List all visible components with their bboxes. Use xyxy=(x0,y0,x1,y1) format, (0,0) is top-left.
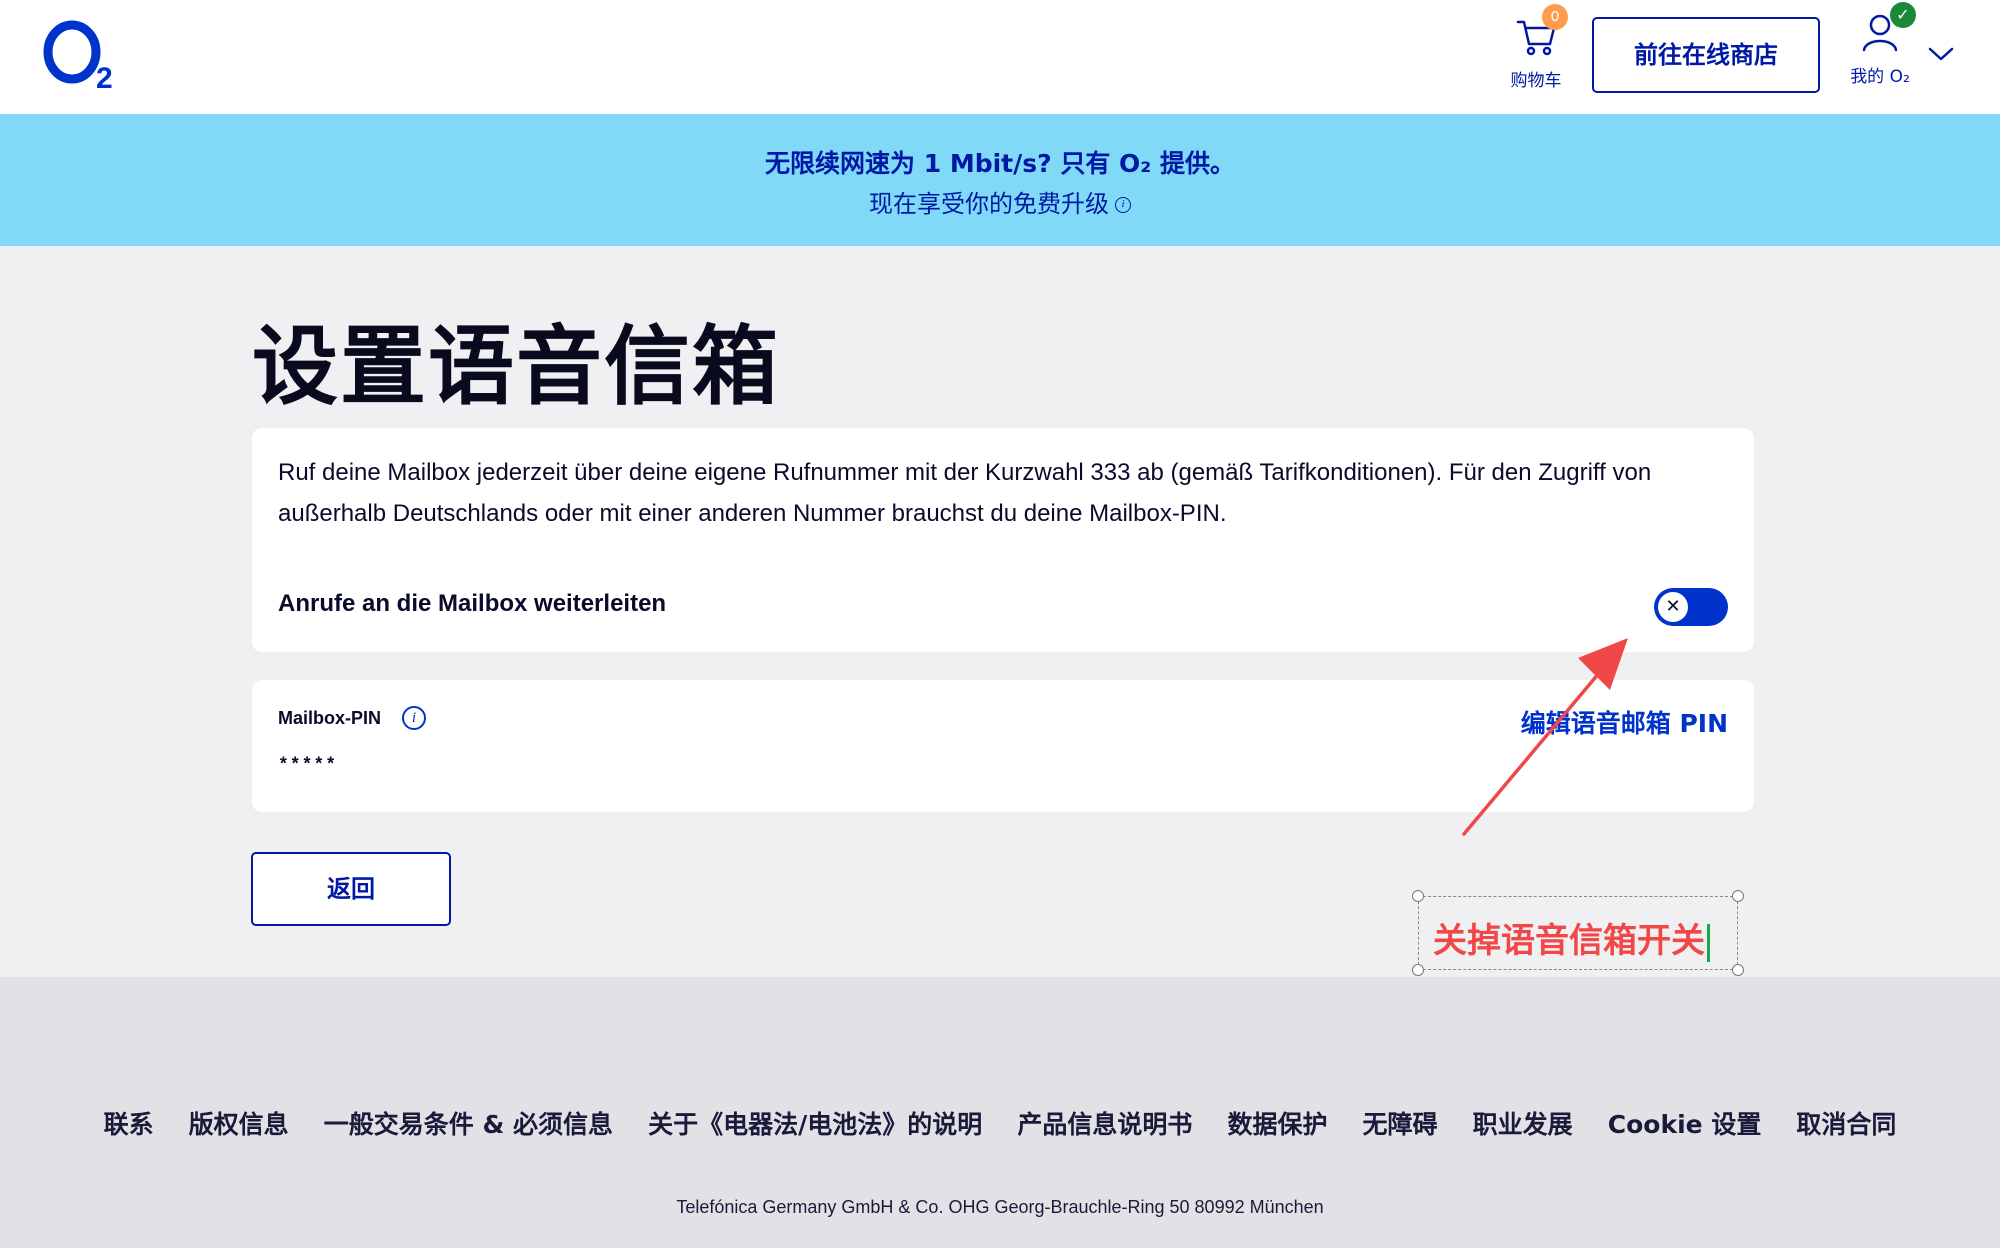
user-icon xyxy=(1858,14,1902,58)
forward-calls-label: Anrufe an die Mailbox weiterleiten xyxy=(278,590,667,617)
mailbox-description: Ruf deine Mailbox jederzeit über deine e… xyxy=(278,459,1652,527)
footer-link-cancel-contract[interactable]: 取消合同 xyxy=(1796,1105,1896,1141)
footer-link-elektrog[interactable]: 关于《电器法/电池法》的说明 xyxy=(648,1105,982,1141)
header: 2 0 购物车 前往在线商店 ✓ 我的 O₂ xyxy=(0,0,2000,114)
mailbox-pin-value: ***** xyxy=(278,756,338,776)
footer: 联系 版权信息 一般交易条件 & 必须信息 关于《电器法/电池法》的说明 产品信… xyxy=(0,977,2000,1248)
account-label: 我的 O₂ xyxy=(1850,67,1910,87)
footer-link-privacy[interactable]: 数据保护 xyxy=(1227,1105,1327,1141)
footer-link-cookie-settings[interactable]: Cookie 设置 xyxy=(1608,1105,1762,1141)
annotation-text-content: 关掉语音信箱开关 xyxy=(1433,921,1705,961)
back-button[interactable]: 返回 xyxy=(251,852,451,926)
footer-link-careers[interactable]: 职业发展 xyxy=(1473,1105,1573,1141)
mailbox-pin-label: Mailbox-PIN xyxy=(278,708,382,728)
info-icon[interactable]: i xyxy=(402,706,426,730)
mailbox-settings-card: Ruf deine Mailbox jederzeit über deine e… xyxy=(252,428,1754,652)
online-shop-button[interactable]: 前往在线商店 xyxy=(1592,17,1820,93)
o2-logo[interactable]: 2 xyxy=(42,18,122,95)
footer-link-terms[interactable]: 一般交易条件 & 必须信息 xyxy=(324,1105,613,1141)
cart-label: 购物车 xyxy=(1510,71,1562,91)
promo-headline: 无限续网速为 1 Mbit/s? 只有 O₂ 提供。 xyxy=(765,149,1235,178)
footer-link-product-info[interactable]: 产品信息说明书 xyxy=(1017,1105,1192,1141)
close-icon: ✕ xyxy=(1658,592,1688,622)
promo-upgrade-text: 现在享受你的免费升级 xyxy=(869,190,1109,218)
page-title: 设置语音信箱 xyxy=(252,317,780,417)
resize-handle[interactable] xyxy=(1732,890,1744,902)
svg-text:2: 2 xyxy=(96,62,113,94)
footer-links: 联系 版权信息 一般交易条件 & 必须信息 关于《电器法/电池法》的说明 产品信… xyxy=(0,1105,2000,1141)
annotation-arrow xyxy=(1462,638,1628,836)
promo-upgrade-link[interactable]: 现在享受你的免费升级 i xyxy=(0,184,2000,219)
annotation-textbox[interactable]: 关掉语音信箱开关 xyxy=(1412,890,1744,976)
account-button[interactable]: ✓ 我的 O₂ xyxy=(1840,2,1920,94)
info-icon[interactable]: i xyxy=(1115,197,1131,213)
forward-calls-toggle[interactable]: ✕ xyxy=(1654,588,1728,626)
annotation-text: 关掉语音信箱开关 xyxy=(1433,913,1710,962)
footer-link-accessibility[interactable]: 无障碍 xyxy=(1363,1105,1438,1141)
resize-handle[interactable] xyxy=(1732,964,1744,976)
logged-in-check-icon: ✓ xyxy=(1890,2,1916,28)
text-caret xyxy=(1707,923,1710,962)
chevron-down-icon[interactable] xyxy=(1926,42,1956,66)
footer-link-imprint[interactable]: 版权信息 xyxy=(189,1105,289,1141)
cart-button[interactable]: 0 购物车 xyxy=(1500,4,1572,94)
cart-icon xyxy=(1514,20,1558,62)
company-address: Telefónica Germany GmbH & Co. OHG Georg-… xyxy=(676,1197,1324,1217)
promo-banner: 无限续网速为 1 Mbit/s? 只有 O₂ 提供。 现在享受你的免费升级 i xyxy=(0,114,2000,246)
cart-count-badge: 0 xyxy=(1542,4,1568,30)
resize-handle[interactable] xyxy=(1412,964,1424,976)
resize-handle[interactable] xyxy=(1412,890,1424,902)
footer-link-contact[interactable]: 联系 xyxy=(104,1105,154,1141)
